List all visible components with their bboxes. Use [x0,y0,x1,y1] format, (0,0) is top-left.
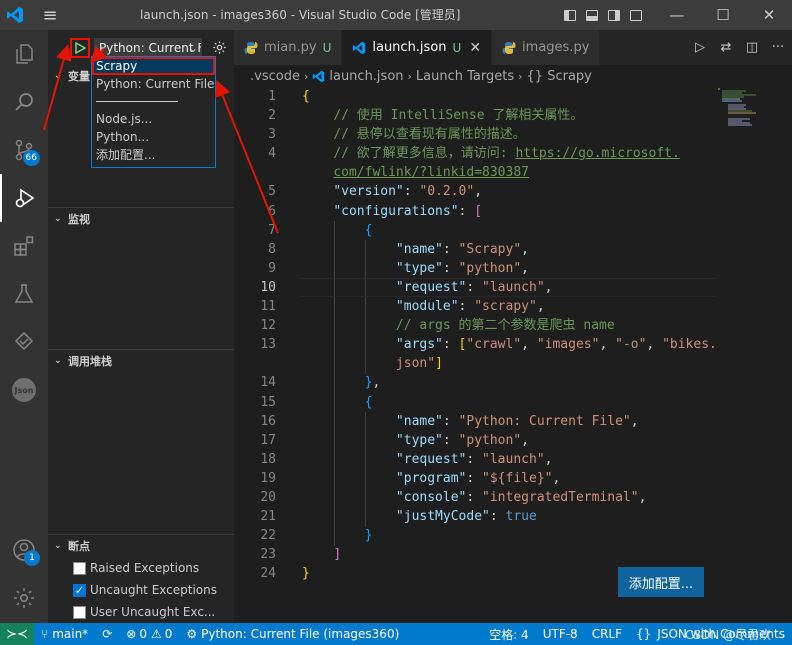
open-launch-json-gear-icon[interactable] [210,39,228,57]
start-debugging-button[interactable] [70,37,90,58]
code-editor[interactable]: 1{ 2 // 使用 IntelliSense 了解相关属性。 3 // 悬停以… [234,87,719,623]
dropdown-item-scrapy[interactable]: Scrapy [92,57,215,75]
watch-section-header[interactable]: ⌄ 监视 [48,208,234,230]
breadcrumb-launch-targets[interactable]: Launch Targets [416,69,514,84]
toggle-sidebar-icon[interactable] [560,0,580,30]
window-title: launch.json - images360 - Visual Studio … [140,8,461,22]
close-button[interactable]: ✕ [746,0,792,30]
chevron-down-icon: ⌄ [187,40,198,55]
chevron-right-icon: › [407,69,412,83]
encoding-indicator[interactable]: UTF-8 [536,623,585,645]
toggle-panel-icon[interactable] [582,0,602,30]
tab-launch-json[interactable]: launch.json U ✕ [342,30,493,65]
debug-target[interactable]: ⚙ Python: Current File (images360) [179,623,406,645]
breadcrumb-folder[interactable]: .vscode [250,69,300,84]
breakpoint-uncaught-exceptions[interactable]: ✓ Uncaught Exceptions [48,579,234,601]
testing-icon[interactable] [0,270,48,318]
chevron-right-icon: › [303,69,309,83]
chevron-down-icon: ⌄ [54,541,62,551]
vscode-logo-icon [0,0,30,30]
customize-layout-icon[interactable] [626,0,646,30]
accounts-badge: 1 [24,550,40,566]
run-debug-icon[interactable] [0,174,48,222]
docs-link-cont[interactable]: com/fwlink/?linkid=830387 [333,165,529,180]
sync-icon[interactable]: ⟳ [95,623,119,645]
manage-gear-icon[interactable] [0,574,48,622]
docs-link[interactable]: https://go.microsoft. [515,146,679,161]
remote-indicator-icon[interactable]: ≻≺ [0,623,34,645]
debug-config-dropdown: Scrapy Python: Current File Node.js... P… [91,56,216,168]
compare-changes-icon[interactable]: ⇄ [714,36,738,60]
accounts-icon[interactable]: 1 [0,526,48,574]
breakpoint-raised-exceptions[interactable]: Raised Exceptions [48,557,234,579]
indentation-indicator[interactable]: 空格: 4 [482,623,536,645]
add-configuration-button[interactable]: 添加配置... [618,567,704,597]
minimize-button[interactable]: — [654,0,700,30]
editor-area: mian.py U launch.json U ✕ images.py ▷ ⇄ … [234,30,792,623]
braces-icon: {} [636,627,652,641]
split-editor-icon[interactable]: ◫ [740,36,764,60]
breakpoint-user-uncaught[interactable]: User Uncaught Exc... [48,601,234,623]
tab-mian-py[interactable]: mian.py U [234,30,343,65]
chevron-down-icon: ⌄ [54,71,62,81]
editor-tabs: mian.py U launch.json U ✕ images.py ▷ ⇄ … [234,30,792,65]
vscode-json-file-icon [353,41,366,54]
breadcrumb-scrapy[interactable]: {} Scrapy [527,69,592,84]
git-branch-icon: ⑂ [41,627,49,641]
checkbox-checked[interactable]: ✓ [73,583,86,597]
more-actions-icon[interactable]: ··· [766,36,790,60]
close-icon[interactable]: ✕ [469,40,481,56]
breakpoints-section-header[interactable]: ⌄ 断点 [48,535,234,557]
remote-explorer-icon[interactable] [0,318,48,366]
title-bar: ≡ launch.json - images360 - Visual Studi… [0,0,792,30]
callstack-section-header[interactable]: ⌄ 调用堆栈 [48,350,234,372]
dropdown-item-nodejs[interactable]: Node.js... [92,110,215,128]
dropdown-item-add-config[interactable]: 添加配置... [92,146,215,164]
eol-indicator[interactable]: CRLF [585,623,629,645]
breadcrumb: .vscode › launch.json › Launch Targets ›… [234,65,792,87]
git-branch[interactable]: ⑂ main* [34,623,95,645]
checkbox[interactable] [73,605,86,619]
toggle-secondary-sidebar-icon[interactable] [604,0,624,30]
source-control-icon[interactable]: 66 [0,126,48,174]
watermark: CSDN @尽君欢 [684,627,771,642]
minimap[interactable] [716,87,778,147]
activity-bar: 66 Json 1 [0,30,48,623]
tab-images-py[interactable]: images.py [492,30,601,65]
chevron-down-icon: ⌄ [54,214,62,224]
debug-config-select[interactable]: Python: Current File ⌄ [94,37,202,58]
dropdown-separator [96,101,178,102]
python-file-icon [244,41,258,54]
warning-icon: ⚠ [150,627,162,641]
error-icon: ⊗ [126,627,137,641]
problems-indicator[interactable]: ⊗ 0 ⚠ 0 [119,623,179,645]
breadcrumb-file[interactable]: launch.json [329,69,403,84]
extensions-icon[interactable] [0,222,48,270]
debug-icon: ⚙ [186,627,198,641]
chevron-right-icon: › [518,69,523,83]
json-extension-icon[interactable]: Json [0,366,48,414]
chevron-down-icon: ⌄ [54,356,62,366]
maximize-button[interactable]: ☐ [700,0,746,30]
scm-count-badge: 66 [22,150,40,166]
checkbox[interactable] [73,561,86,575]
explorer-icon[interactable] [0,30,48,78]
dropdown-item-python-current-file[interactable]: Python: Current File [92,75,215,93]
vscode-json-file-icon [313,70,325,82]
search-icon[interactable] [0,78,48,126]
python-file-icon [502,41,516,54]
run-icon[interactable]: ▷ [688,36,712,60]
status-bar: ≻≺ ⑂ main* ⟳ ⊗ 0 ⚠ 0 ⚙ Python: Current F… [0,623,792,645]
dropdown-item-python[interactable]: Python... [92,128,215,146]
menu-icon[interactable]: ≡ [30,0,70,30]
